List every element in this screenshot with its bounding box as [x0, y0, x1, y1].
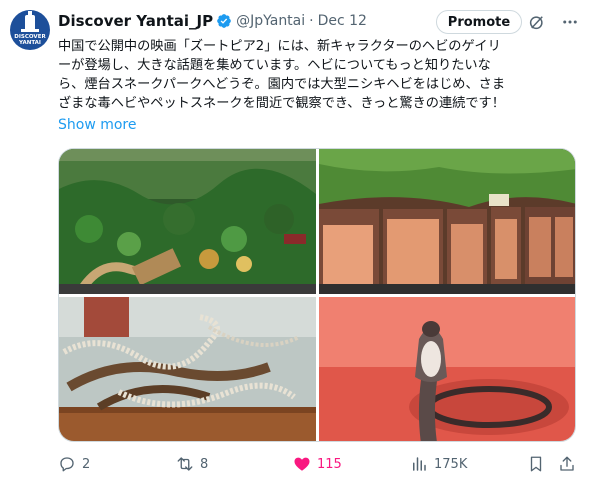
- avatar[interactable]: DISCOVER YANTAI: [10, 10, 50, 50]
- reply-icon: [60, 457, 74, 472]
- photo-snake-skeleton[interactable]: [59, 297, 316, 441]
- share-action[interactable]: [558, 454, 576, 474]
- tweet-text-line: ざまな毒ヘビやペットスネークを間近で観察でき、きっと驚きの連続です！: [58, 96, 505, 111]
- photo-snake-park-entrance[interactable]: [59, 149, 316, 294]
- views-chart-icon: [413, 457, 426, 471]
- tweet-text-line: ら、煙台スネークパークへどうぞ。園内では大型ニシキヘビをはじめ、さま: [58, 77, 506, 92]
- tweet-header: Discover Yantai_JP @JpYantai · Dec 12: [58, 11, 367, 31]
- user-handle[interactable]: @JpYantai: [236, 13, 305, 29]
- like-count: 115: [317, 456, 342, 472]
- promote-button[interactable]: Promote: [436, 10, 522, 34]
- more-horizontal-icon[interactable]: [560, 13, 580, 31]
- views-count: 175K: [434, 456, 468, 472]
- show-more-link[interactable]: Show more: [58, 117, 137, 133]
- photo-snake-enclosures[interactable]: [319, 149, 575, 294]
- tower-icon: [25, 11, 35, 29]
- bookmark-action[interactable]: [527, 454, 545, 474]
- display-name[interactable]: Discover Yantai_JP: [58, 12, 213, 30]
- retweet-icon: [177, 457, 193, 471]
- tweet-text-line: ーが登場し、大きな話題を集めています。ヘビについてもっと知りたいな: [58, 58, 491, 73]
- grok-icon[interactable]: [528, 13, 546, 31]
- like-action[interactable]: 115: [293, 454, 342, 474]
- share-icon: [560, 456, 574, 471]
- avatar-text-line2: YANTAI: [19, 40, 41, 46]
- separator-dot: ·: [309, 13, 314, 29]
- tweet-text: 中国で公開中の映画「ズートピア2」には、新キャラクターのヘビのゲイリ ーが登場し…: [58, 37, 588, 113]
- tweet-date[interactable]: Dec 12: [318, 13, 367, 29]
- reply-action[interactable]: 2: [58, 454, 90, 474]
- photo-cobra[interactable]: [319, 297, 575, 441]
- views-action[interactable]: 175K: [410, 454, 467, 474]
- retweet-count: 8: [200, 456, 209, 472]
- retweet-action[interactable]: 8: [176, 454, 208, 474]
- heart-icon: [294, 457, 310, 471]
- bookmark-icon: [530, 456, 542, 472]
- reply-count: 2: [82, 456, 91, 472]
- tweet-text-line: 中国で公開中の映画「ズートピア2」には、新キャラクターのヘビのゲイリ: [58, 39, 501, 54]
- verified-badge-icon[interactable]: [216, 13, 232, 29]
- tweet-card[interactable]: DISCOVER YANTAI Discover Yantai_JP @JpYa…: [0, 0, 613, 491]
- media-grid: [58, 148, 576, 442]
